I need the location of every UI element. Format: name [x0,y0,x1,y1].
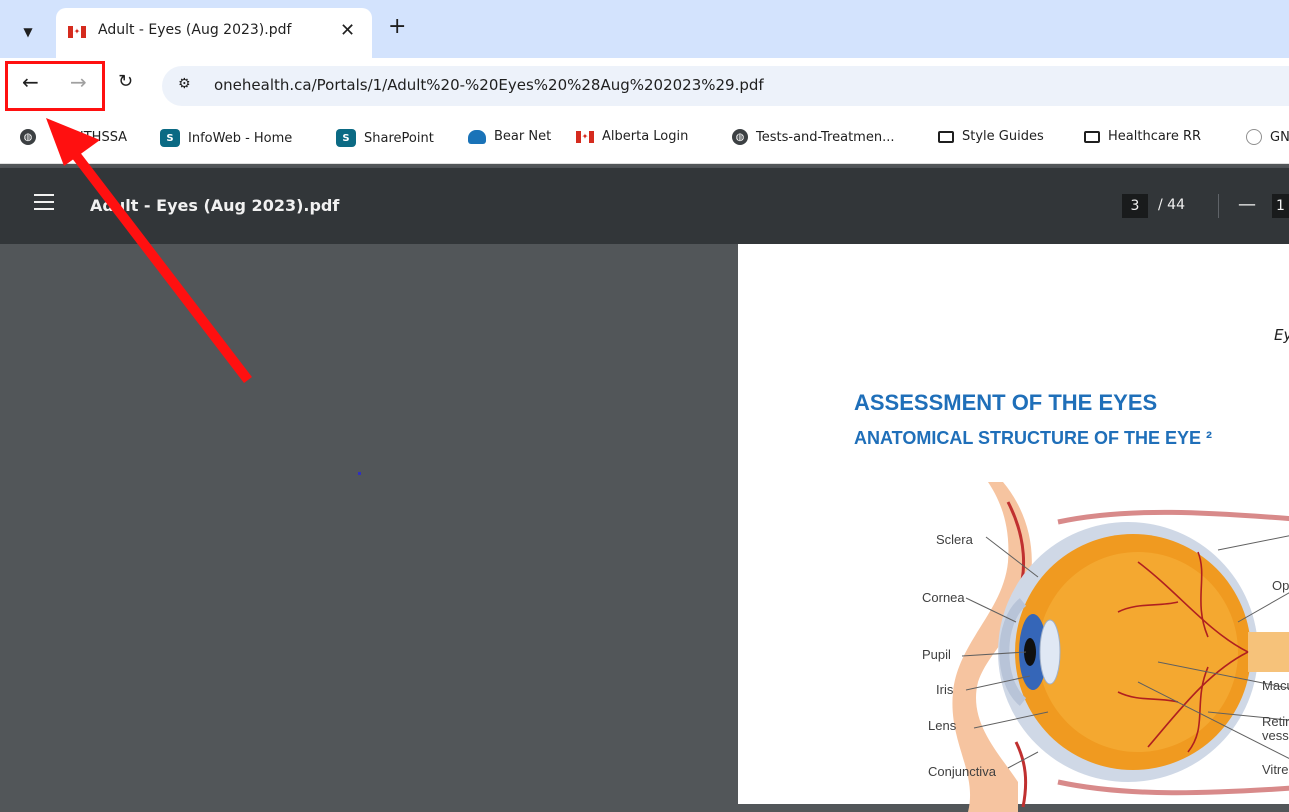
annotation-highlight-box [5,61,105,111]
page-total: / 44 [1158,197,1185,213]
label-macula: Macu [1262,678,1289,693]
new-tab-button[interactable]: + [388,16,406,38]
label-cornea: Cornea [922,590,965,605]
bookmark-sharepoint[interactable]: S SharePoint [336,129,434,147]
bookmark-style-guides[interactable]: Style Guides [938,129,1044,144]
pdf-page: Ey ASSESSMENT OF THE EYES ANATOMICAL STR… [738,244,1289,812]
reload-icon[interactable]: ↻ [118,73,133,91]
bookmark-label: SharePoint [364,130,434,146]
globe-icon: ◍ [20,129,36,145]
label-vitreous: Vitre [1262,762,1289,777]
pdf-title: Adult - Eyes (Aug 2023).pdf [90,196,340,215]
bookmark-tests-and-treatments[interactable]: ◍ Tests-and-Treatmen... [732,129,894,145]
bookmark-nthssa[interactable]: ◍ NTHSSA [20,129,127,145]
bookmark-label: InfoWeb - Home [188,130,293,146]
bookmark-label: Tests-and-Treatmen... [756,129,895,145]
bookmark-alberta-login[interactable]: ✦ Alberta Login [576,129,688,144]
site-info-icon[interactable]: ⚙ [178,76,191,92]
label-optic: Opt [1272,578,1289,593]
close-icon[interactable]: ✕ [340,20,355,41]
page-subheading: ANATOMICAL STRUCTURE OF THE EYE ² [854,428,1213,448]
toolbar-separator [1218,194,1219,218]
folder-icon [1084,130,1100,143]
zoom-out-icon[interactable]: — [1238,194,1256,215]
tab-title: Adult - Eyes (Aug 2023).pdf [98,22,292,38]
canada-flag-icon: ✦ [576,130,594,143]
bookmark-label: Healthcare RR [1108,129,1202,144]
zoom-input[interactable]: 1 [1272,194,1289,218]
bookmark-label: Alberta Login [602,129,689,144]
sharepoint-icon: S [160,129,180,147]
pdf-viewport[interactable]: Ey ASSESSMENT OF THE EYES ANATOMICAL STR… [0,244,1289,812]
page-number-input[interactable]: 3 [1122,194,1148,218]
bookmark-healthcare-rr[interactable]: Healthcare RR [1084,129,1201,144]
bookmark-label: Style Guides [962,129,1044,144]
page-heading: ASSESSMENT OF THE EYES [854,390,1158,415]
label-lens: Lens [928,718,957,733]
running-head: Ey [1274,326,1289,344]
bookmark-label: Bear Net [494,129,552,144]
cursor-dot [358,472,361,475]
label-iris: Iris [936,682,954,697]
label-conjunctiva: Conjunctiva [928,764,996,779]
label-retina: Retin [1262,714,1289,729]
tab-search-chevron-icon[interactable]: ▼ [14,18,42,46]
address-bar[interactable]: ⚙ onehealth.ca/Portals/1/Adult%20-%20Eye… [162,66,1289,106]
label-pupil: Pupil [922,647,951,662]
bookmarks-bar: ◍ NTHSSA S InfoWeb - Home S SharePoint B… [0,114,1289,164]
bookmark-label: NTHSSA [74,129,128,145]
bookmark-gn[interactable]: GN [1246,129,1289,145]
bookmark-bear-net[interactable]: Bear Net [468,129,551,144]
menu-icon[interactable] [34,194,54,210]
pdf-viewer-toolbar: Adult - Eyes (Aug 2023).pdf 3 / 44 — 1 [0,168,1289,244]
canada-flag-icon: ✦ [68,26,86,38]
bear-icon [468,129,486,144]
sharepoint-icon: S [336,129,356,147]
label-sclera: Sclera [936,532,973,547]
url-text[interactable]: onehealth.ca/Portals/1/Adult%20-%20Eyes%… [214,76,764,94]
bookmark-infoweb[interactable]: S InfoWeb - Home [160,129,292,147]
bookmark-label: GN [1270,129,1289,145]
tab-active[interactable]: ✦ Adult - Eyes (Aug 2023).pdf ✕ [56,8,372,58]
browser-toolbar: ← → ↻ ⚙ onehealth.ca/Portals/1/Adult%20-… [0,58,1289,114]
label-vessels: vess [1262,728,1289,743]
globe-icon [1246,129,1262,145]
tab-strip: ▼ ✦ Adult - Eyes (Aug 2023).pdf ✕ + [0,0,1289,58]
folder-icon [938,130,954,143]
globe-icon: ◍ [732,129,748,145]
